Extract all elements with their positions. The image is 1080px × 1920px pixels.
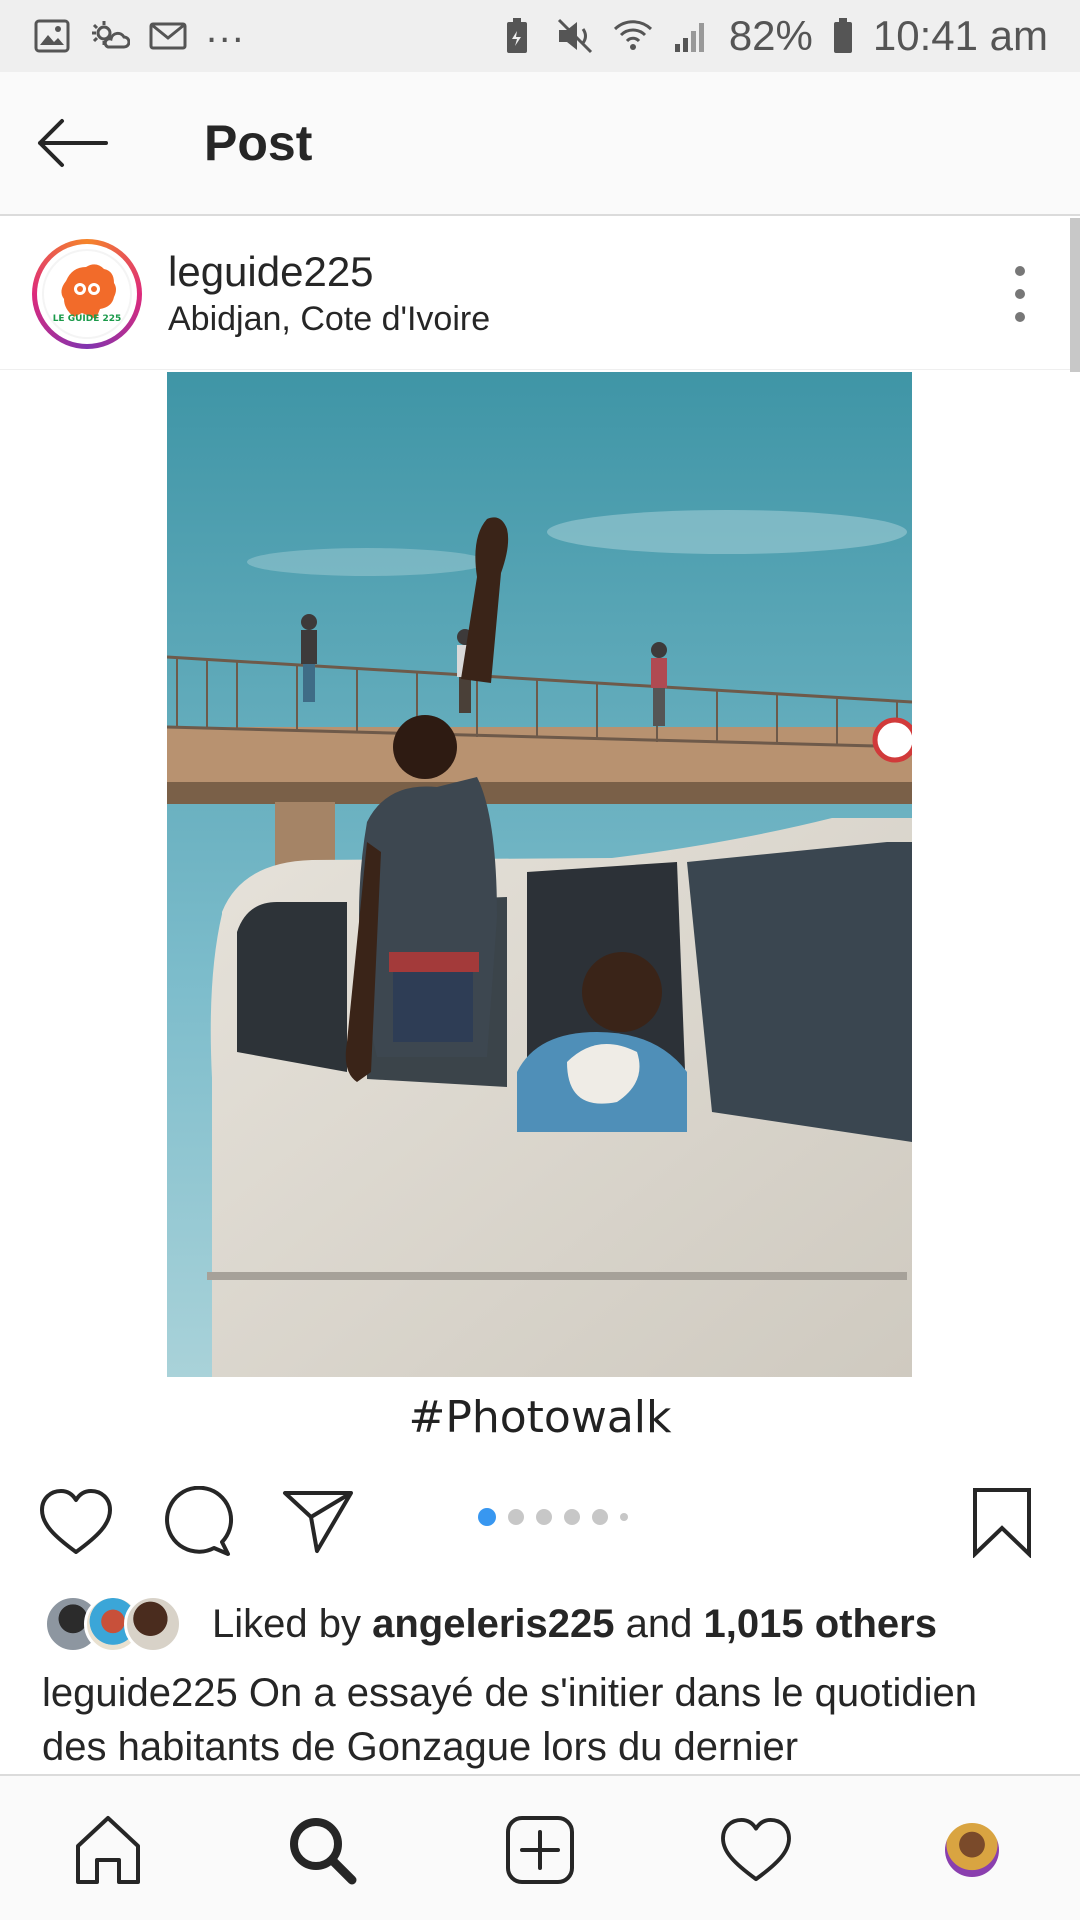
post-author-avatar[interactable]: LE GUIDE 225 bbox=[32, 238, 142, 349]
home-icon bbox=[76, 1816, 140, 1884]
app-header: Post bbox=[0, 72, 1080, 216]
post-location[interactable]: Abidjan, Cote d'Ivoire bbox=[168, 300, 490, 339]
signal-icon bbox=[671, 16, 711, 56]
carousel-dot bbox=[508, 1509, 524, 1525]
post-user-info: leguide225 Abidjan, Cote d'Ivoire bbox=[168, 248, 490, 339]
status-bar: ... 82% 10:41 am bbox=[0, 0, 1080, 72]
carousel-indicator bbox=[478, 1508, 628, 1526]
nav-new-post[interactable] bbox=[498, 1808, 582, 1892]
nav-search[interactable] bbox=[280, 1808, 364, 1892]
post-header: LE GUIDE 225 leguide225 Abidjan, Cote d'… bbox=[0, 218, 1080, 370]
post-media[interactable]: #Photowalk bbox=[0, 372, 1080, 1450]
dot-icon bbox=[1015, 289, 1025, 299]
bottom-navigation bbox=[0, 1774, 1080, 1920]
profile-avatar bbox=[945, 1823, 999, 1877]
save-button[interactable] bbox=[964, 1484, 1040, 1560]
likes-others[interactable]: 1,015 others bbox=[704, 1602, 937, 1646]
post-username[interactable]: leguide225 bbox=[168, 248, 490, 296]
carousel-dot bbox=[564, 1509, 580, 1525]
logo-text: LE GUIDE 225 bbox=[53, 314, 122, 324]
status-overflow: ... bbox=[206, 6, 246, 51]
like-icon bbox=[40, 1489, 112, 1554]
carousel-dot bbox=[478, 1508, 496, 1526]
battery-icon bbox=[831, 16, 855, 56]
nav-profile[interactable] bbox=[930, 1808, 1014, 1892]
likes-text: Liked by angeleris225 and 1,015 others bbox=[212, 1602, 937, 1647]
post-caption: leguide225 On a essayé de s'initier dans… bbox=[42, 1666, 1042, 1774]
page-title: Post bbox=[204, 115, 313, 171]
like-button[interactable] bbox=[38, 1484, 114, 1560]
carousel-dot bbox=[620, 1513, 628, 1521]
photo-overlay-text: #Photowalk bbox=[408, 1392, 672, 1443]
status-bar-right: 82% 10:41 am bbox=[497, 12, 1048, 60]
comment-icon bbox=[165, 1486, 234, 1556]
likes-summary[interactable]: Liked by angeleris225 and 1,015 others bbox=[44, 1594, 937, 1654]
carousel-dot bbox=[592, 1509, 608, 1525]
nav-home[interactable] bbox=[66, 1808, 150, 1892]
caption-author[interactable]: leguide225 bbox=[42, 1671, 238, 1715]
new-post-icon bbox=[506, 1816, 574, 1884]
dot-icon bbox=[1015, 312, 1025, 322]
mute-icon bbox=[555, 16, 595, 56]
post-photo[interactable] bbox=[167, 372, 912, 1377]
dot-icon bbox=[1015, 266, 1025, 276]
back-button[interactable] bbox=[32, 113, 112, 173]
weather-icon bbox=[90, 16, 130, 56]
activity-icon bbox=[721, 1817, 791, 1882]
search-icon bbox=[290, 1818, 357, 1885]
likes-joiner: and bbox=[625, 1601, 693, 1646]
wifi-icon bbox=[613, 16, 653, 56]
liker-avatars bbox=[44, 1595, 184, 1653]
more-options-button[interactable] bbox=[1008, 266, 1032, 322]
avatar bbox=[124, 1595, 182, 1653]
share-icon bbox=[283, 1491, 353, 1553]
nav-activity[interactable] bbox=[714, 1808, 798, 1892]
battery-saver-icon bbox=[497, 16, 537, 56]
carousel-dot bbox=[536, 1509, 552, 1525]
comment-button[interactable] bbox=[160, 1484, 236, 1560]
arrow-left-icon bbox=[38, 119, 108, 167]
share-button[interactable] bbox=[280, 1484, 356, 1560]
liker-username[interactable]: angeleris225 bbox=[372, 1602, 614, 1646]
battery-percent: 82% bbox=[728, 12, 813, 59]
bookmark-icon bbox=[973, 1488, 1031, 1558]
image-icon bbox=[32, 16, 72, 56]
status-bar-left: ... bbox=[32, 7, 245, 56]
le-guide-logo: LE GUIDE 225 bbox=[42, 248, 132, 339]
likes-prefix: Liked by bbox=[212, 1601, 361, 1646]
clock: 10:41 am bbox=[872, 12, 1048, 59]
mail-icon bbox=[148, 16, 188, 56]
